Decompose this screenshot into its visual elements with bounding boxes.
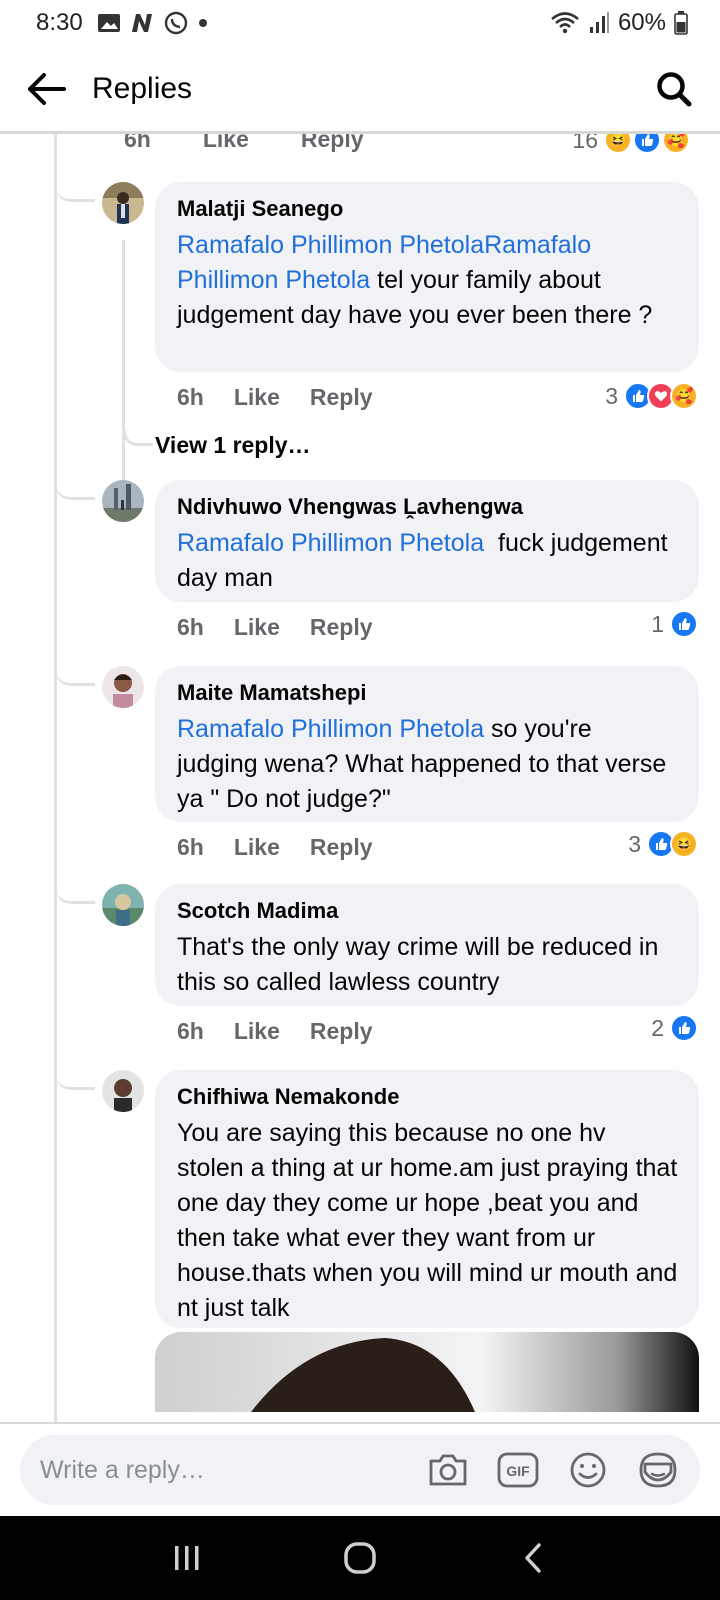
reply-button[interactable]: Reply: [310, 614, 373, 641]
comment-bubble[interactable]: Malatji Seanego Ramafalo Phillimon Pheto…: [155, 182, 699, 372]
like-reaction-icon: [670, 1014, 698, 1042]
comment-actions: 6h Like Reply: [177, 614, 373, 641]
reaction-summary[interactable]: 2: [651, 1014, 698, 1042]
comment-time: 6h: [177, 1018, 204, 1044]
like-reaction-icon: [633, 134, 661, 154]
reply-input-container[interactable]: GIF: [20, 1435, 700, 1505]
comment-bubble[interactable]: Scotch Madima That's the only way crime …: [155, 884, 699, 1006]
thread-connector: [55, 480, 95, 500]
signal-icon: [588, 11, 610, 35]
back-nav-icon[interactable]: [503, 1528, 563, 1588]
haha-reaction-icon: 😆: [604, 134, 632, 154]
svg-text:GIF: GIF: [506, 1463, 530, 1479]
comment-author[interactable]: Maite Mamatshepi: [177, 680, 679, 706]
avatar[interactable]: [102, 480, 144, 522]
status-time: 8:30: [36, 9, 83, 36]
comment-photo[interactable]: [155, 1332, 699, 1412]
system-nav-bar: [0, 1516, 720, 1600]
comment-bubble[interactable]: Ndivhuwo Vhengwas Ḽavhengwa Ramafalo Phi…: [155, 480, 699, 602]
like-button[interactable]: Like: [234, 614, 280, 641]
reply-button[interactable]: Reply: [301, 134, 364, 153]
reaction-count: 2: [651, 1014, 664, 1041]
reaction-summary[interactable]: 3 😆: [628, 830, 698, 858]
sticker-icon[interactable]: [636, 1448, 680, 1492]
view-reply-connector: [123, 430, 153, 446]
thread-line: [54, 134, 57, 1422]
emoji-icon[interactable]: [566, 1448, 610, 1492]
home-icon[interactable]: [330, 1528, 390, 1588]
like-button[interactable]: Like: [234, 384, 280, 411]
comment-text: You are saying this because no one hv st…: [177, 1119, 678, 1322]
reply-button[interactable]: Reply: [310, 1018, 373, 1045]
thread-connector: [55, 884, 95, 904]
like-button[interactable]: Like: [234, 834, 280, 861]
avatar[interactable]: [102, 182, 144, 224]
reaction-count: 3: [628, 830, 641, 857]
dot-icon: [197, 17, 209, 29]
reaction-count: 1: [651, 610, 664, 637]
arrow-left-icon[interactable]: [24, 67, 68, 111]
previous-comment-actions: 6h Like Reply: [124, 134, 364, 153]
reaction-count: 16: [572, 134, 598, 153]
haha-reaction-icon: 😆: [670, 830, 698, 858]
reaction-summary[interactable]: 1: [651, 610, 698, 638]
view-replies-link[interactable]: View 1 reply…: [155, 432, 311, 459]
reply-button[interactable]: Reply: [310, 834, 373, 861]
comment-time: 6h: [177, 614, 204, 640]
comment-text: Ramafalo Phillimon Phetola fuck judgemen…: [177, 526, 679, 596]
thread-connector: [55, 666, 95, 686]
comment-author[interactable]: Ndivhuwo Vhengwas Ḽavhengwa: [177, 494, 679, 520]
camera-icon[interactable]: [426, 1448, 470, 1492]
care-reaction-icon: 🥰: [662, 134, 690, 154]
comment-bubble[interactable]: Chifhiwa Nemakonde You are saying this b…: [155, 1070, 699, 1328]
comment-thread[interactable]: 6h Like Reply 16 😆 🥰 Malatji Seanego Ram…: [0, 134, 720, 1422]
reaction-count: 3: [605, 382, 618, 409]
reply-button[interactable]: Reply: [310, 384, 373, 411]
gif-icon[interactable]: GIF: [496, 1448, 540, 1492]
comment-actions: 6h Like Reply: [177, 1018, 373, 1045]
like-button[interactable]: Like: [203, 134, 249, 153]
comment-actions: 6h Like Reply: [177, 384, 373, 411]
mention-link[interactable]: Ramafalo Phillimon Phetola: [177, 715, 484, 743]
comment-text: Ramafalo Phillimon PhetolaRamafalo Phill…: [177, 228, 679, 333]
comment-author[interactable]: Scotch Madima: [177, 898, 679, 924]
reply-composer: GIF: [0, 1422, 720, 1516]
reply-input[interactable]: [40, 1455, 426, 1485]
whatsapp-icon: [163, 10, 189, 36]
battery-percent: 60%: [617, 9, 666, 36]
avatar[interactable]: [102, 666, 144, 708]
avatar[interactable]: [102, 1070, 144, 1112]
search-icon[interactable]: [652, 67, 696, 111]
mention-link[interactable]: Ramafalo Phillimon Phetola: [177, 529, 484, 557]
like-reaction-icon: [670, 610, 698, 638]
status-bar: 8:30 60%: [0, 0, 720, 46]
wifi-icon: [550, 11, 580, 35]
comment-text: Ramafalo Phillimon Phetola so you're jud…: [177, 712, 679, 817]
comment-time: 6h: [177, 834, 204, 860]
comment-bubble[interactable]: Maite Mamatshepi Ramafalo Phillimon Phet…: [155, 666, 699, 822]
app-header: Replies: [0, 46, 720, 134]
page-title: Replies: [92, 71, 193, 105]
comment-author[interactable]: Chifhiwa Nemakonde: [177, 1084, 679, 1110]
care-reaction-icon: 🥰: [670, 382, 698, 410]
comment-author[interactable]: Malatji Seanego: [177, 196, 679, 222]
comment-time: 6h: [124, 134, 151, 152]
thread-connector: [55, 182, 95, 202]
comment-text: That's the only way crime will be reduce…: [177, 933, 659, 996]
recent-apps-icon[interactable]: [157, 1528, 217, 1588]
n-app-icon: [129, 12, 155, 34]
thread-connector: [55, 1070, 95, 1090]
like-button[interactable]: Like: [234, 1018, 280, 1045]
reply-thread-line: [122, 240, 125, 490]
comment-time: 6h: [177, 384, 204, 410]
avatar[interactable]: [102, 884, 144, 926]
comment-actions: 6h Like Reply: [177, 834, 373, 861]
previous-reaction-summary[interactable]: 16 😆 🥰: [572, 134, 690, 154]
battery-icon: [674, 11, 688, 35]
gallery-icon: [97, 12, 121, 34]
reaction-summary[interactable]: 3 🥰: [605, 382, 698, 410]
